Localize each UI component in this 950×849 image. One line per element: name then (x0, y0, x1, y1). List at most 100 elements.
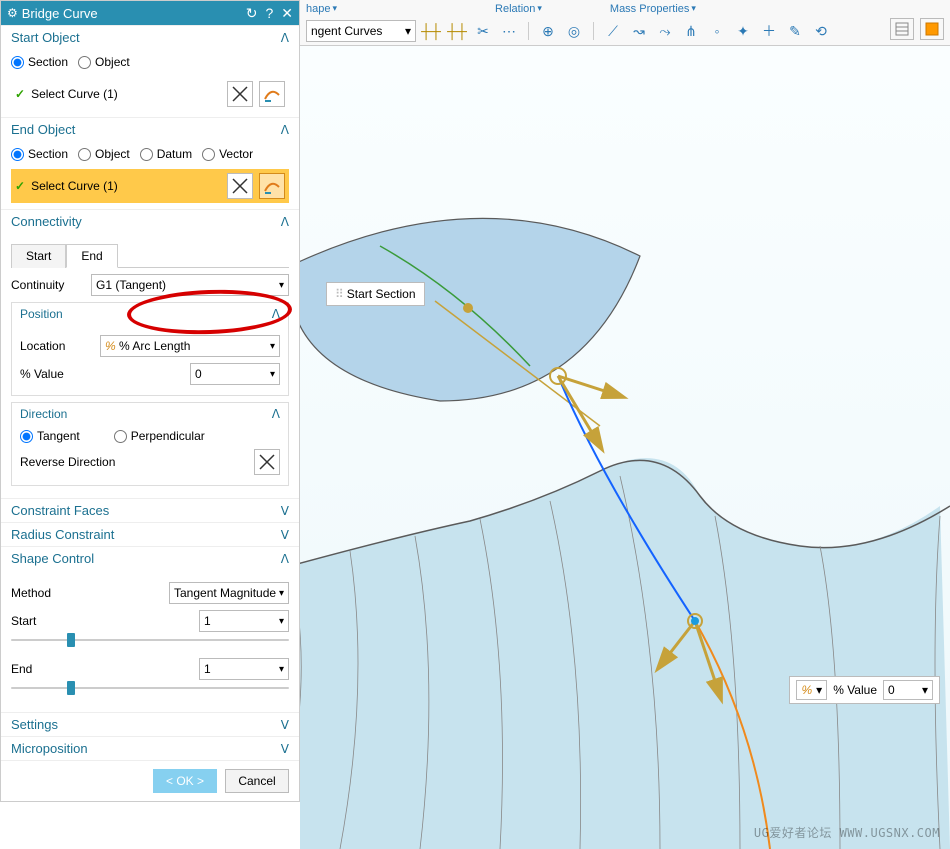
caret-down-icon: ▾ (270, 341, 275, 352)
sketch-icon-5[interactable]: ◦ (706, 20, 728, 42)
chevron-down-icon: ᐯ (281, 504, 289, 518)
dots-icon[interactable]: ⋯ (498, 20, 520, 42)
sketch-icon-1[interactable]: ⟋ (602, 20, 624, 42)
ok-button[interactable]: < OK > (153, 769, 217, 793)
end-magnitude-slider[interactable] (11, 680, 289, 696)
radio-tangent[interactable]: Tangent (20, 429, 80, 443)
method-label: Method (11, 586, 91, 600)
circle-icon[interactable]: ◎ (563, 20, 585, 42)
sketch-icon-4[interactable]: ⋔ (680, 20, 702, 42)
gear-icon[interactable]: ⚙ (7, 6, 18, 20)
location-combo[interactable]: % % Arc Length ▾ (100, 335, 280, 357)
location-label: Location (20, 339, 100, 353)
sketch-icon-7[interactable]: ＋ (758, 20, 780, 42)
percent-value-label: % Value (20, 367, 100, 381)
close-icon[interactable]: ✕ (281, 6, 293, 20)
start-magnitude-slider[interactable] (11, 632, 289, 648)
ribbon-toolbar: hape▾ Relation▾ Mass Properties▾ ngent C… (300, 0, 950, 46)
start-magnitude-input[interactable]: 1▾ (199, 610, 289, 632)
reverse-direction-button[interactable] (254, 449, 280, 475)
radio-object[interactable]: Object (78, 147, 130, 161)
sketch-icon-3[interactable]: ⤳ (654, 20, 676, 42)
caret-down-icon: ▾ (279, 616, 284, 627)
scissors-icon[interactable]: ✂ (472, 20, 494, 42)
chevron-up-icon: ᐱ (281, 552, 289, 566)
section-end-object[interactable]: End Object ᐱ (1, 117, 299, 141)
sketch-icon-8[interactable]: ✎ (784, 20, 806, 42)
chevron-up-icon: ᐱ (281, 215, 289, 229)
reverse-dir-icon[interactable] (227, 173, 253, 199)
start-section-tag[interactable]: ⠿ Start Section (326, 282, 425, 306)
tool-icon[interactable] (920, 18, 944, 40)
chevron-down-icon: ᐯ (281, 528, 289, 542)
position-header[interactable]: Positionᐱ (12, 303, 288, 325)
radio-section[interactable]: Section (11, 147, 68, 161)
radio-datum[interactable]: Datum (140, 147, 192, 161)
radio-vector[interactable]: Vector (202, 147, 253, 161)
separator (528, 22, 529, 40)
caret-down-icon: ▾ (691, 3, 696, 14)
section-constraint-faces[interactable]: Constraint Faces ᐯ (1, 498, 299, 522)
graphics-viewport[interactable]: ⠿ Start Section % ▾ % Value 0▾ (300, 46, 950, 849)
radio-section[interactable]: Section (11, 55, 68, 69)
grip-icon[interactable]: ⠿ (335, 287, 343, 301)
curve-rule-combo[interactable]: ngent Curves▾ (306, 20, 416, 42)
dialog-titlebar: ⚙ Bridge Curve ↻ ? ✕ (1, 1, 299, 25)
hud-mode-combo[interactable]: % ▾ (796, 680, 827, 700)
continuity-combo[interactable]: G1 (Tangent)▾ (91, 274, 289, 296)
caret-down-icon: ▾ (405, 24, 411, 38)
start-object-type: Section Object (11, 55, 289, 69)
menu-shape[interactable]: hape▾ (306, 3, 337, 15)
sheet-icon[interactable] (890, 18, 914, 40)
sketch-icon-9[interactable]: ⟲ (810, 20, 832, 42)
sketch-icon-6[interactable]: ✦ (732, 20, 754, 42)
sketch-icon-2[interactable]: ↝ (628, 20, 650, 42)
menu-mass-properties[interactable]: Mass Properties▾ (610, 3, 696, 15)
sketch-curve-icon[interactable] (259, 81, 285, 107)
reverse-direction-label: Reverse Direction (20, 455, 254, 469)
select-start-curve[interactable]: ✓ Select Curve (1) (11, 77, 289, 111)
dialog-title: Bridge Curve (22, 6, 246, 21)
section-radius-constraint[interactable]: Radius Constraint ᐯ (1, 522, 299, 546)
end-slider-label: End (11, 662, 91, 676)
tab-start[interactable]: Start (11, 244, 66, 268)
toolbar-row: ngent Curves▾ ┼┼ ┼┼ ✂ ⋯ ⊕ ◎ ⟋ ↝ ⤳ ⋔ ◦ ✦ … (300, 18, 950, 45)
end-magnitude-input[interactable]: 1▾ (199, 658, 289, 680)
section-connectivity[interactable]: Connectivity ᐱ (1, 209, 299, 233)
section-shape-control[interactable]: Shape Control ᐱ (1, 546, 299, 570)
chevron-up-icon: ᐱ (281, 31, 289, 45)
section-start-object[interactable]: Start Object ᐱ (1, 25, 299, 49)
right-toolbar (890, 18, 944, 40)
tb-icon-1[interactable]: ┼┼ (420, 20, 442, 42)
select-end-curve[interactable]: ✓ Select Curve (1) (11, 169, 289, 203)
tb-icon-2[interactable]: ┼┼ (446, 20, 468, 42)
check-icon: ✓ (15, 179, 25, 193)
ribbon-tabs: hape▾ Relation▾ Mass Properties▾ (300, 0, 950, 18)
percent-value-input[interactable]: 0▾ (190, 363, 280, 385)
direction-header[interactable]: Directionᐱ (12, 403, 288, 425)
reset-icon[interactable]: ↻ (246, 6, 258, 20)
hud-percent-label: % Value (833, 683, 877, 697)
caret-down-icon: ▾ (279, 280, 284, 291)
radio-perpendicular[interactable]: Perpendicular (114, 429, 205, 443)
direction-group: Directionᐱ Tangent Perpendicular Reverse… (11, 402, 289, 486)
reverse-dir-icon[interactable] (227, 81, 253, 107)
help-icon[interactable]: ? (265, 6, 273, 20)
cancel-button[interactable]: Cancel (225, 769, 289, 793)
chevron-down-icon: ᐯ (281, 718, 289, 732)
radio-object[interactable]: Object (78, 55, 130, 69)
caret-down-icon: ▾ (922, 683, 928, 697)
hud-percent-value[interactable]: 0▾ (883, 680, 933, 700)
menu-relation[interactable]: Relation▾ (495, 3, 542, 15)
caret-down-icon: ▾ (279, 664, 284, 675)
sketch-curve-icon[interactable] (259, 173, 285, 199)
tab-end[interactable]: End (66, 244, 117, 268)
chevron-down-icon: ᐯ (281, 742, 289, 756)
caret-down-icon: ▾ (332, 3, 337, 14)
start-slider-label: Start (11, 614, 91, 628)
method-combo[interactable]: Tangent Magnitude▾ (169, 582, 289, 604)
percent-value-hud[interactable]: % ▾ % Value 0▾ (789, 676, 940, 704)
section-microposition[interactable]: Microposition ᐯ (1, 736, 299, 760)
section-settings[interactable]: Settings ᐯ (1, 712, 299, 736)
circle-plus-icon[interactable]: ⊕ (537, 20, 559, 42)
